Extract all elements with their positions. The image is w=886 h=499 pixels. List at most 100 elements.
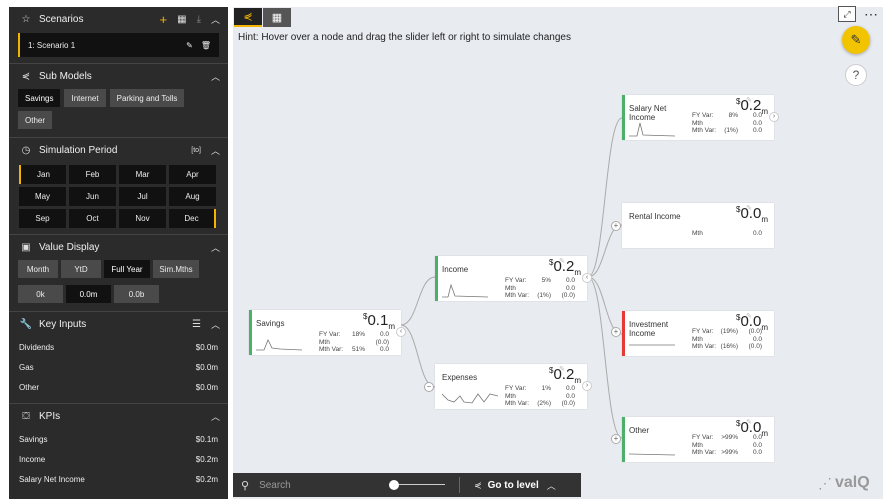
keyinput-value: $0.0m [195,382,218,392]
mode-fullyear[interactable]: Full Year [104,260,150,278]
chevron-left-icon[interactable]: ‹ [582,273,592,283]
network-icon: ⋰ [818,474,832,491]
scenario-item[interactable]: 1: Scenario 1 ✎ 🗑 [18,33,219,57]
node-stats: FY Var: 8% 0.0 Mth 0.0 Mth Var: (1%) 0.0 [692,112,762,134]
slider-handle[interactable] [389,480,400,490]
collapse-icon[interactable]: − [424,382,434,392]
submodel-internet[interactable]: Internet [64,89,106,107]
node-stats: FY Var: 5% 0.0 Mth 0.0 Mth Var: (1%) (0.0) [505,277,575,299]
chevron-up-icon[interactable]: ︿ [211,318,220,331]
submodel-other[interactable]: Other [18,111,53,129]
chevron-left-icon[interactable]: ‹ [396,327,406,337]
search-icon: ⚲ [241,479,250,492]
expand-icon[interactable]: + [611,434,621,444]
chevron-up-icon[interactable]: ︿ [211,70,220,83]
node-other[interactable]: Other ✎ $0.0m FY Var: >99% 0.0 Mth 0.0 Mth … [622,417,774,462]
kpi-row[interactable]: Savings $0.1m [9,429,228,449]
edit-mode-button[interactable]: ✎ [842,26,870,54]
search-input[interactable]: Search [259,480,379,491]
node-expenses[interactable]: Expenses ✎ $0.2m FY Var: 1% 0.0 Mth 0.0 Mth… [435,364,592,409]
sparkline [629,453,675,456]
help-icon[interactable]: ? [845,64,867,86]
month-may[interactable]: May [19,187,66,206]
scale-k[interactable]: 0k [18,285,63,303]
brand-text: valQ [835,474,870,491]
keyinput-value: $0.0m [195,342,218,352]
chevron-up-icon[interactable]: ︿ [211,144,220,157]
month-sep[interactable]: Sep [19,209,66,228]
focus-mode-icon[interactable]: ⤢ [838,6,856,22]
sparkline [629,122,675,137]
list-icon[interactable]: ☰ [192,319,201,330]
month-nov[interactable]: Nov [119,209,166,228]
grid-icon[interactable]: ▦ [177,14,186,25]
trash-icon[interactable]: 🗑 [201,41,211,50]
node-salary[interactable]: Salary Net Income ✎ $0.2m FY Var: 8% 0.0 M… [622,95,779,140]
submodel-savings[interactable]: Savings [18,89,61,107]
more-options-icon[interactable]: ⋯ [864,6,879,23]
kpis-title: KPIs [39,411,61,422]
month-aug[interactable]: Aug [169,187,216,206]
valuedisplay-header[interactable]: ▣ Value Display ︿ [9,234,228,260]
chevron-right-icon[interactable]: › [582,381,592,391]
month-mar[interactable]: Mar [119,165,166,184]
node-label: Other [629,426,650,435]
month-oct[interactable]: Oct [69,209,116,228]
month-jan[interactable]: Jan [19,165,66,184]
keyinputs-title: Key Inputs [39,319,87,330]
submodel-parking[interactable]: Parking and Tolls [109,89,185,107]
keyinput-row[interactable]: Dividends $0.0m [9,337,228,357]
mode-simmths[interactable]: Sim.Mths [153,260,199,278]
wrench-icon: 🔧 [19,319,33,330]
chevron-up-icon[interactable]: ︿ [547,479,556,492]
kpi-label: Income [19,454,46,464]
node-label: Salary Net Income [629,104,667,122]
star-icon: ☆ [21,13,31,25]
kpi-value: $0.2m [195,474,218,484]
chevron-up-icon[interactable]: ︿ [211,241,220,254]
download-icon[interactable]: ⤓ [197,14,201,25]
month-dec[interactable]: Dec [169,209,216,228]
node-label: Income [442,265,469,274]
submodels-title: Sub Models [39,71,92,82]
zoom-slider[interactable] [389,480,446,490]
scenarios-title: Scenarios [39,13,84,25]
month-feb[interactable]: Feb [69,165,116,184]
expand-icon[interactable]: + [611,221,621,231]
goto-level-button[interactable]: Go to level [488,480,539,491]
scale-b[interactable]: 0.0b [114,285,159,303]
keyinput-row[interactable]: Other $0.0m [9,377,228,397]
month-grid: Jan Feb Mar Apr May Jun Jul Aug Sep Oct … [9,163,228,234]
edit-icon[interactable]: ✎ [186,41,193,50]
scale-m[interactable]: 0.0m [66,285,111,303]
chevron-right-icon[interactable]: › [769,112,779,122]
month-jun[interactable]: Jun [69,187,116,206]
node-value: $0.2m [549,366,581,385]
node-investment[interactable]: Investment Income ✎ $0.0m FY Var: (19%) (0… [622,311,774,356]
chevron-up-icon[interactable]: ︿ [211,410,220,423]
expand-icon[interactable]: + [611,327,621,337]
node-stats: FY Var: 1% 0.0 Mth 0.0 Mth Var: (2%) (0.0) [505,385,575,407]
keyinputs-header[interactable]: 🔧 Key Inputs ☰ ︿ [9,311,228,337]
chevron-up-icon[interactable]: ︿ [211,13,220,26]
kpis-header[interactable]: ⛋ KPIs ︿ [9,403,228,429]
month-jul[interactable]: Jul [119,187,166,206]
scenarios-header[interactable]: ☆ Scenarios + ▦ ⤓ ︿ [9,7,228,31]
kpi-row[interactable]: Salary Net Income $0.2m [9,469,228,489]
range-tag[interactable]: [to] [191,147,201,154]
kpi-label: Savings [19,434,48,444]
node-stats: FY Var: 18% 0.0 Mth (0.0) Mth Var: 51% 0.0 [319,331,389,353]
kpi-row[interactable]: Income $0.2m [9,449,228,469]
node-savings[interactable]: Savings $0.1m FY Var: 18% 0.0 Mth (0.0) Mth… [249,310,406,355]
simulation-header[interactable]: ◷ Simulation Period [to] ︿ [9,137,228,163]
keyinput-row[interactable]: Gas $0.0m [9,357,228,377]
node-rental[interactable]: Rental Income ✎ $0.0m Mth 0.0 [622,203,774,248]
simulation-title: Simulation Period [39,145,118,156]
mode-ytd[interactable]: YtD [61,260,101,278]
node-stats: FY Var: (19%) (0.0) Mth 0.0 Mth Var: (16%) (0… [692,328,762,350]
add-icon[interactable]: + [160,12,168,27]
submodels-header[interactable]: ⋞ Sub Models ︿ [9,63,228,89]
node-income[interactable]: Income ✎ $0.2m FY Var: 5% 0.0 Mth 0.0 Mth V… [435,256,592,301]
mode-month[interactable]: Month [18,260,58,278]
month-apr[interactable]: Apr [169,165,216,184]
